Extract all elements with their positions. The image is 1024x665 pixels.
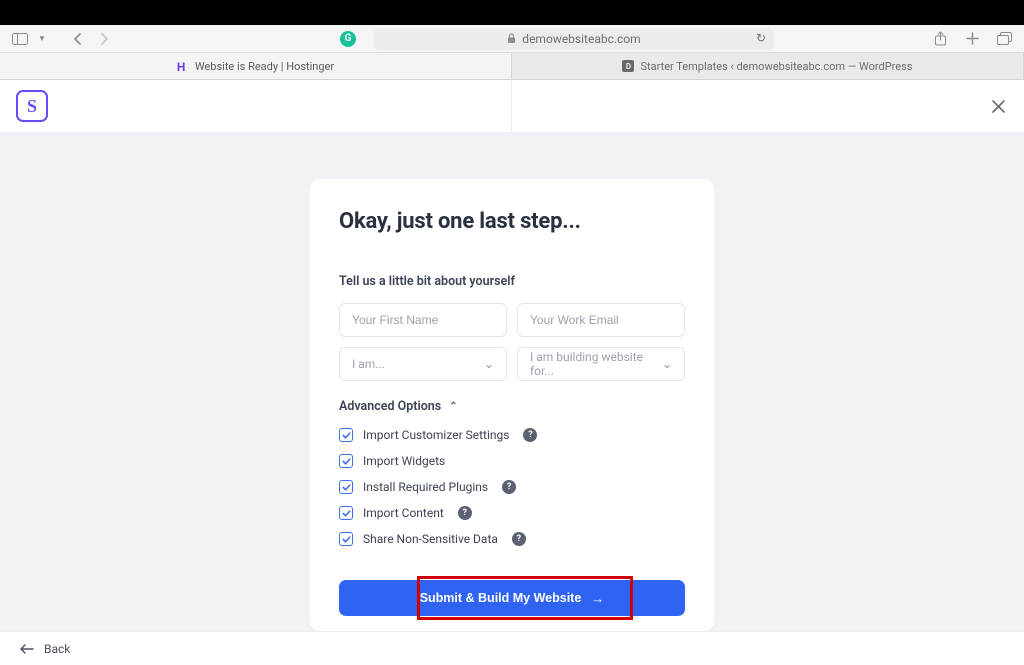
new-tab-icon[interactable] xyxy=(962,29,982,49)
option-row: Import Content ? xyxy=(339,506,685,520)
help-icon[interactable]: ? xyxy=(458,506,472,520)
checkbox[interactable] xyxy=(339,428,353,442)
grammarly-icon[interactable]: G xyxy=(340,31,356,47)
option-label: Import Content xyxy=(363,506,444,520)
checkbox[interactable] xyxy=(339,480,353,494)
option-label: Install Required Plugins xyxy=(363,480,488,494)
chevron-down-icon: ⌄ xyxy=(662,357,672,371)
starter-templates-favicon: D xyxy=(622,60,634,72)
building-for-select[interactable]: I am building website for... ⌄ xyxy=(517,347,685,381)
iam-select-label: I am... xyxy=(352,357,385,371)
chevron-down-icon[interactable]: ▾ xyxy=(32,29,52,49)
app-logo-letter: S xyxy=(27,96,37,117)
app-footer: Back xyxy=(0,631,1024,665)
option-row: Install Required Plugins ? xyxy=(339,480,685,494)
tabs-overview-icon[interactable] xyxy=(994,29,1014,49)
tab-label: Website is Ready | Hostinger xyxy=(195,60,334,73)
submit-build-button[interactable]: Submit & Build My Website → xyxy=(339,580,685,616)
advanced-options-list: Import Customizer Settings ? Import Widg… xyxy=(339,428,685,546)
first-name-input[interactable] xyxy=(339,303,507,337)
workspace: Okay, just one last step... Tell us a li… xyxy=(0,133,1024,631)
page-title: Okay, just one last step... xyxy=(339,209,685,234)
back-nav-icon[interactable] xyxy=(68,29,88,49)
divider xyxy=(511,80,512,133)
reload-icon[interactable]: ↻ xyxy=(756,31,766,45)
advanced-options-toggle[interactable]: Advanced Options ⌃ xyxy=(339,399,685,414)
checkbox[interactable] xyxy=(339,532,353,546)
work-email-input[interactable] xyxy=(517,303,685,337)
help-icon[interactable]: ? xyxy=(502,480,516,494)
back-button[interactable]: Back xyxy=(20,642,70,656)
browser-tab[interactable]: D Starter Templates ‹ demowebsiteabc.com… xyxy=(512,53,1024,79)
window-titlebar xyxy=(0,0,1024,25)
advanced-options-label: Advanced Options xyxy=(339,399,441,414)
building-for-label: I am building website for... xyxy=(530,350,662,378)
form-subtitle: Tell us a little bit about yourself xyxy=(339,274,685,289)
address-bar[interactable]: demowebsiteabc.com ↻ xyxy=(374,28,774,50)
hostinger-favicon: H xyxy=(177,60,189,72)
option-label: Import Customizer Settings xyxy=(363,428,509,442)
forward-nav-icon[interactable] xyxy=(94,29,114,49)
checkbox[interactable] xyxy=(339,454,353,468)
chevron-down-icon: ⌄ xyxy=(484,357,494,371)
tab-strip: H Website is Ready | Hostinger D Starter… xyxy=(0,53,1024,80)
lock-icon xyxy=(507,33,516,44)
option-row: Share Non-Sensitive Data ? xyxy=(339,532,685,546)
close-icon[interactable] xyxy=(988,96,1008,116)
iam-select[interactable]: I am... ⌄ xyxy=(339,347,507,381)
option-row: Import Widgets xyxy=(339,454,685,468)
checkbox[interactable] xyxy=(339,506,353,520)
app-logo: S xyxy=(16,90,48,122)
help-icon[interactable]: ? xyxy=(523,428,537,442)
browser-tab[interactable]: H Website is Ready | Hostinger xyxy=(0,53,512,79)
option-row: Import Customizer Settings ? xyxy=(339,428,685,442)
app-header: S xyxy=(0,80,1024,133)
help-icon[interactable]: ? xyxy=(512,532,526,546)
submit-button-label: Submit & Build My Website xyxy=(420,591,582,605)
option-label: Share Non-Sensitive Data xyxy=(363,532,498,546)
browser-toolbar: ▾ G demowebsiteabc.com ↻ xyxy=(0,25,1024,53)
form-card: Okay, just one last step... Tell us a li… xyxy=(310,179,714,631)
arrow-left-icon xyxy=(20,644,34,654)
sidebar-toggle-icon[interactable] xyxy=(10,29,30,49)
tab-label: Starter Templates ‹ demowebsiteabc.com —… xyxy=(640,60,912,73)
share-icon[interactable] xyxy=(930,29,950,49)
chevron-up-icon: ⌃ xyxy=(449,401,457,412)
back-label: Back xyxy=(44,642,70,656)
address-text: demowebsiteabc.com xyxy=(522,32,640,46)
arrow-right-icon: → xyxy=(591,591,604,606)
option-label: Import Widgets xyxy=(363,454,445,468)
